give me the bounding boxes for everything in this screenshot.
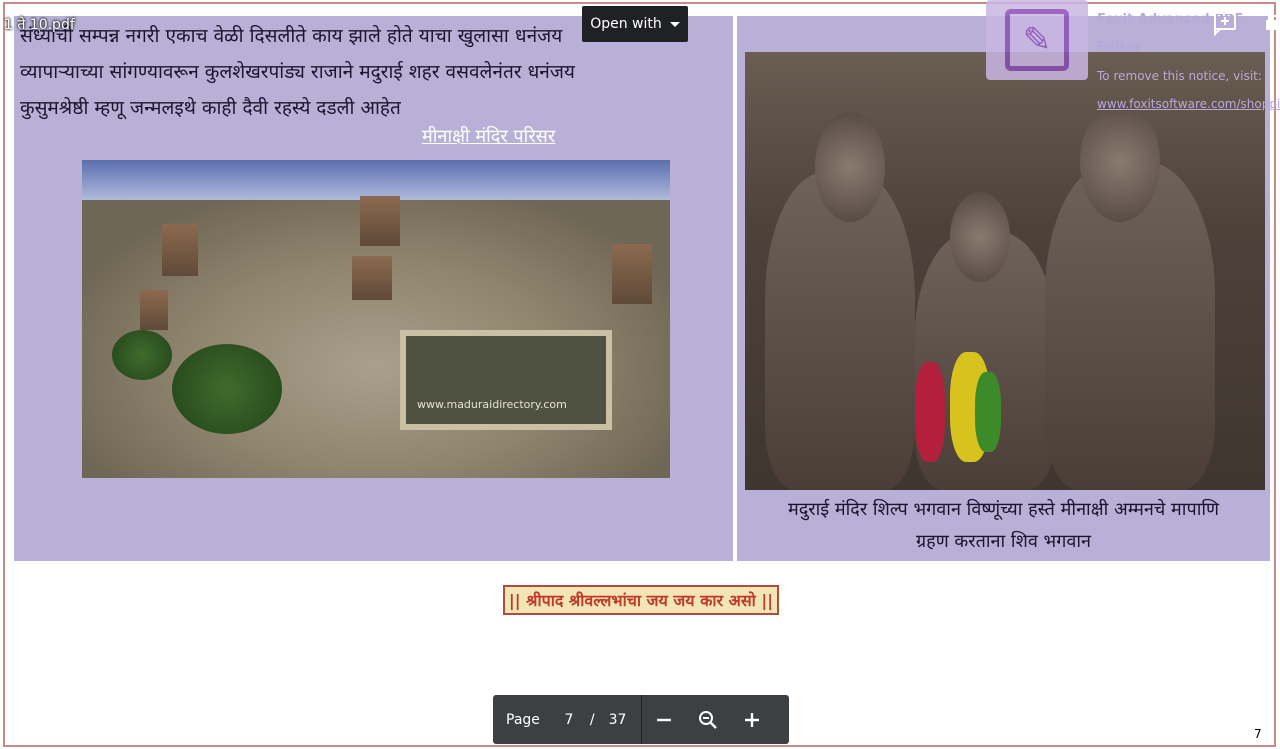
left-photo-caption: मीनाक्षी मंदिर परिसर bbox=[422, 126, 556, 147]
temple-tower bbox=[140, 290, 168, 330]
right-caption-line: ग्रहण करताना शिव भगवान bbox=[915, 531, 1091, 552]
pencil-icon: ✎ bbox=[1005, 9, 1069, 71]
left-content-panel: संध्याची सम्पन्न नगरी एकाच वेळी दिसलीते … bbox=[14, 16, 733, 561]
temple-tower bbox=[360, 196, 400, 246]
temple-tower bbox=[352, 256, 392, 300]
file-title: 1 ते 10.pdf bbox=[4, 17, 75, 33]
foxit-notice-link[interactable]: www.foxitsoftware.com/shopping bbox=[1097, 90, 1280, 118]
corner-page-number: 7 bbox=[1254, 727, 1262, 741]
temple-tower bbox=[612, 244, 652, 304]
flower-garland bbox=[915, 362, 945, 462]
body-line: कुसुमश्रेष्ठी म्हणू जन्मलइथे काही दैवी र… bbox=[20, 97, 401, 119]
devotional-banner: || श्रीपाद श्रीवल्लभांचा जय जय कार असो |… bbox=[503, 585, 779, 615]
foxit-notice-text: To remove this notice, visit: bbox=[1097, 69, 1262, 83]
photo-watermark: www.maduraidirectory.com bbox=[417, 398, 567, 411]
flower-garland bbox=[975, 372, 1001, 452]
body-line: व्यापाऱ्याच्या सांगण्यावरून कुलशेखरपांड्… bbox=[20, 61, 575, 83]
right-caption-line: मदुराई मंदिर शिल्प भगवान विष्णूंच्या हस्… bbox=[787, 499, 1220, 520]
minus-icon[interactable] bbox=[642, 695, 686, 744]
magnifier-minus-icon[interactable] bbox=[686, 695, 730, 744]
print-icon[interactable] bbox=[1264, 14, 1280, 36]
current-page-input[interactable]: 7 bbox=[562, 712, 576, 728]
add-comment-icon[interactable] bbox=[1212, 10, 1238, 37]
page-navigation-bar: Page 7 / 37 bbox=[493, 695, 789, 744]
statue-head bbox=[1080, 102, 1160, 222]
temple-tower bbox=[162, 224, 198, 276]
total-pages: 37 bbox=[608, 711, 627, 728]
right-photo-caption: मदुराई मंदिर शिल्प भगवान विष्णूंच्या हस्… bbox=[737, 494, 1270, 558]
caret-down-icon bbox=[669, 21, 680, 27]
plus-icon[interactable] bbox=[730, 695, 774, 744]
page-label: Page bbox=[506, 711, 540, 728]
page-separator: / bbox=[589, 711, 595, 728]
statue-head bbox=[950, 192, 1010, 282]
open-with-label: Open with bbox=[590, 16, 662, 32]
temple-tank bbox=[400, 330, 612, 430]
foxit-logo: ✎ bbox=[986, 0, 1088, 80]
foxit-notice: Foxit Advanced PDF Editor To remove this… bbox=[1097, 6, 1280, 118]
open-with-button[interactable]: Open with bbox=[582, 6, 688, 42]
temple-aerial-photo: www.maduraidirectory.com bbox=[82, 160, 670, 478]
tree bbox=[112, 330, 172, 380]
tree bbox=[172, 344, 282, 434]
foxit-notice-title: Foxit Advanced PDF Editor bbox=[1097, 12, 1244, 55]
statue-head bbox=[815, 112, 885, 222]
